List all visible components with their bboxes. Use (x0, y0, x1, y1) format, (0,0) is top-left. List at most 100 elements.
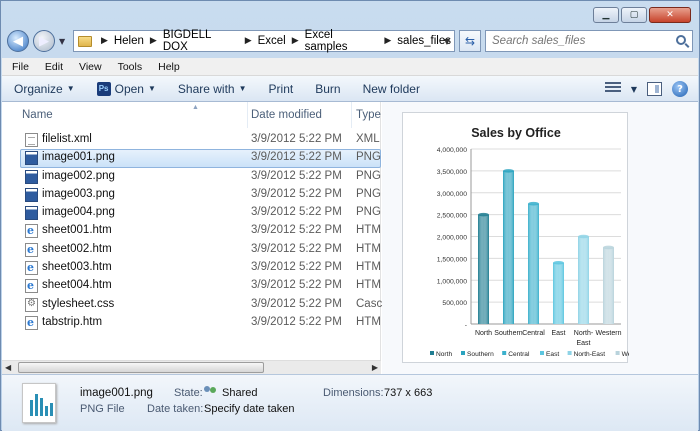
bar-shine (528, 203, 539, 324)
file-row[interactable]: image004.png 3/9/2012 5:22 PM PNG (2, 204, 381, 222)
explorer-window: ▁ ▢ ✕ ◀ ▶ ▼ ▶ Helen ▶ BIGDELL DOX ▶ Exce… (0, 0, 700, 431)
menu-view[interactable]: View (79, 61, 102, 73)
details-pane: image001.png PNG File State: Shared Date… (2, 374, 698, 431)
sales-chart: Sales by Office - 500,000 1,000,000 1,500,00… (430, 126, 629, 358)
views-icon[interactable] (604, 82, 621, 96)
file-type: PNG (356, 206, 381, 219)
date-taken-value[interactable]: Specify date taken (204, 403, 295, 415)
photoshop-icon: Ps (96, 81, 111, 96)
scroll-right-icon[interactable]: ▶ (372, 363, 378, 372)
open-label: Open (114, 81, 144, 96)
burn-label: Burn (315, 81, 341, 96)
file-type: HTM (356, 279, 381, 292)
file-row[interactable]: stylesheet.css 3/9/2012 5:22 PM Casc (2, 296, 382, 314)
file-name: sheet004.htm (42, 279, 112, 292)
file-row[interactable]: sheet001.htm 3/9/2012 5:22 PM HTM (2, 222, 381, 240)
state-label: State: (174, 387, 203, 399)
share-with-button[interactable]: Share with ▼ (178, 82, 247, 96)
breadcrumb-helen[interactable]: Helen (111, 35, 147, 47)
search-input[interactable] (492, 35, 672, 47)
column-divider[interactable] (351, 102, 352, 128)
print-button[interactable]: Print (269, 82, 294, 96)
forward-button[interactable]: ▶ (33, 30, 55, 52)
breadcrumb-separator-icon[interactable]: ▶ (147, 36, 160, 46)
new-folder-button[interactable]: New folder (363, 82, 420, 96)
views-chevron-down-icon[interactable]: ▼ (631, 85, 637, 94)
command-bar: Organize ▼ Ps Open ▼ Share with ▼ Print … (2, 76, 698, 102)
file-type: PNG (356, 187, 381, 200)
breadcrumb-separator-icon[interactable]: ▶ (289, 36, 302, 46)
breadcrumb-bigdell-dox[interactable]: BIGDELL DOX (160, 29, 242, 53)
x-tick-label: Southern (494, 330, 523, 337)
legend-swatch (540, 351, 544, 355)
column-header-type[interactable]: Type (356, 109, 381, 121)
menu-edit[interactable]: Edit (45, 61, 63, 73)
help-icon[interactable]: ? (672, 81, 688, 97)
folder-icon (78, 35, 92, 47)
file-date: 3/9/2012 5:22 PM (251, 315, 342, 328)
sort-caret-icon: ▲ (192, 104, 199, 111)
file-row[interactable]: image001.png 3/9/2012 5:22 PM PNG (20, 149, 381, 168)
file-row[interactable]: sheet002.htm 3/9/2012 5:22 PM HTM (2, 241, 381, 259)
file-row[interactable]: filelist.xml 3/9/2012 5:22 PM XML (2, 131, 380, 149)
file-row[interactable]: sheet004.htm 3/9/2012 5:22 PM HTM (2, 277, 381, 295)
x-tick-label: East (576, 340, 590, 347)
menu-file[interactable]: File (12, 61, 29, 73)
file-type: HTM (356, 224, 381, 237)
legend-swatch (430, 351, 434, 355)
file-date: 3/9/2012 5:22 PM (251, 169, 342, 182)
htm-file-icon (25, 242, 38, 257)
file-row[interactable]: image002.png 3/9/2012 5:22 PM PNG (2, 168, 381, 186)
file-type: HTM (356, 315, 381, 328)
scrollbar-thumb[interactable] (18, 362, 264, 373)
minimize-button[interactable]: ▁ (593, 7, 619, 23)
breadcrumb-separator-icon[interactable]: ▶ (242, 36, 255, 46)
organize-button[interactable]: Organize ▼ (14, 82, 75, 96)
file-type: HTM (356, 242, 381, 255)
menu-help[interactable]: Help (158, 61, 180, 73)
file-row[interactable]: image003.png 3/9/2012 5:22 PM PNG (2, 186, 381, 204)
y-tick-label: 500,000 (442, 300, 467, 307)
column-divider[interactable] (247, 102, 248, 128)
bar-top (578, 234, 589, 239)
breadcrumb-excel-samples[interactable]: Excel samples (302, 29, 382, 53)
file-name: sheet003.htm (42, 261, 112, 274)
file-row[interactable]: tabstrip.htm 3/9/2012 5:22 PM HTM (2, 314, 381, 332)
breadcrumb-separator-icon[interactable]: ▶ (381, 36, 394, 46)
legend-swatch (615, 351, 620, 355)
address-dropdown-icon[interactable]: ▼ (444, 37, 450, 46)
bar-shine (553, 262, 564, 324)
preview-pane-icon[interactable] (647, 82, 662, 96)
menu-tools[interactable]: Tools (118, 61, 143, 73)
column-header-date[interactable]: Date modified (251, 109, 322, 121)
breadcrumb-excel[interactable]: Excel (255, 35, 289, 47)
close-button[interactable]: ✕ (649, 7, 691, 23)
y-tick-label: 1,000,000 (437, 278, 467, 285)
horizontal-scrollbar[interactable]: ◀ ▶ (2, 360, 381, 374)
search-box[interactable] (485, 30, 693, 52)
y-tick-label: 3,500,000 (437, 169, 467, 176)
burn-button[interactable]: Burn (315, 82, 340, 96)
file-name: image002.png (42, 169, 115, 182)
recent-pages-dropdown-icon[interactable]: ▼ (59, 37, 69, 46)
file-name: filelist.xml (42, 133, 92, 145)
breadcrumb-separator-icon[interactable]: ▶ (98, 36, 111, 46)
address-row: ◀ ▶ ▼ ▶ Helen ▶ BIGDELL DOX ▶ Excel ▶ Ex… (7, 29, 693, 53)
address-bar[interactable]: ▶ Helen ▶ BIGDELL DOX ▶ Excel ▶ Excel sa… (73, 29, 455, 53)
maximize-button[interactable]: ▢ (621, 7, 647, 23)
open-button[interactable]: Ps Open ▼ (96, 81, 156, 96)
legend-swatch (461, 351, 465, 355)
x-tick-label: Central (522, 330, 545, 337)
back-button[interactable]: ◀ (7, 30, 29, 52)
print-label: Print (268, 81, 294, 96)
bar-shine (478, 214, 489, 324)
dimensions-value: 737 x 663 (384, 387, 433, 399)
file-row[interactable]: sheet003.htm 3/9/2012 5:22 PM HTM (2, 259, 381, 277)
column-header-name[interactable]: Name (22, 109, 53, 121)
refresh-button[interactable]: ⇆ (459, 30, 481, 52)
chart-title: Sales by Office (471, 126, 561, 140)
scroll-left-icon[interactable]: ◀ (5, 363, 11, 372)
search-icon[interactable] (676, 35, 686, 45)
new-folder-label: New folder (362, 81, 420, 96)
htm-file-icon (25, 224, 38, 239)
